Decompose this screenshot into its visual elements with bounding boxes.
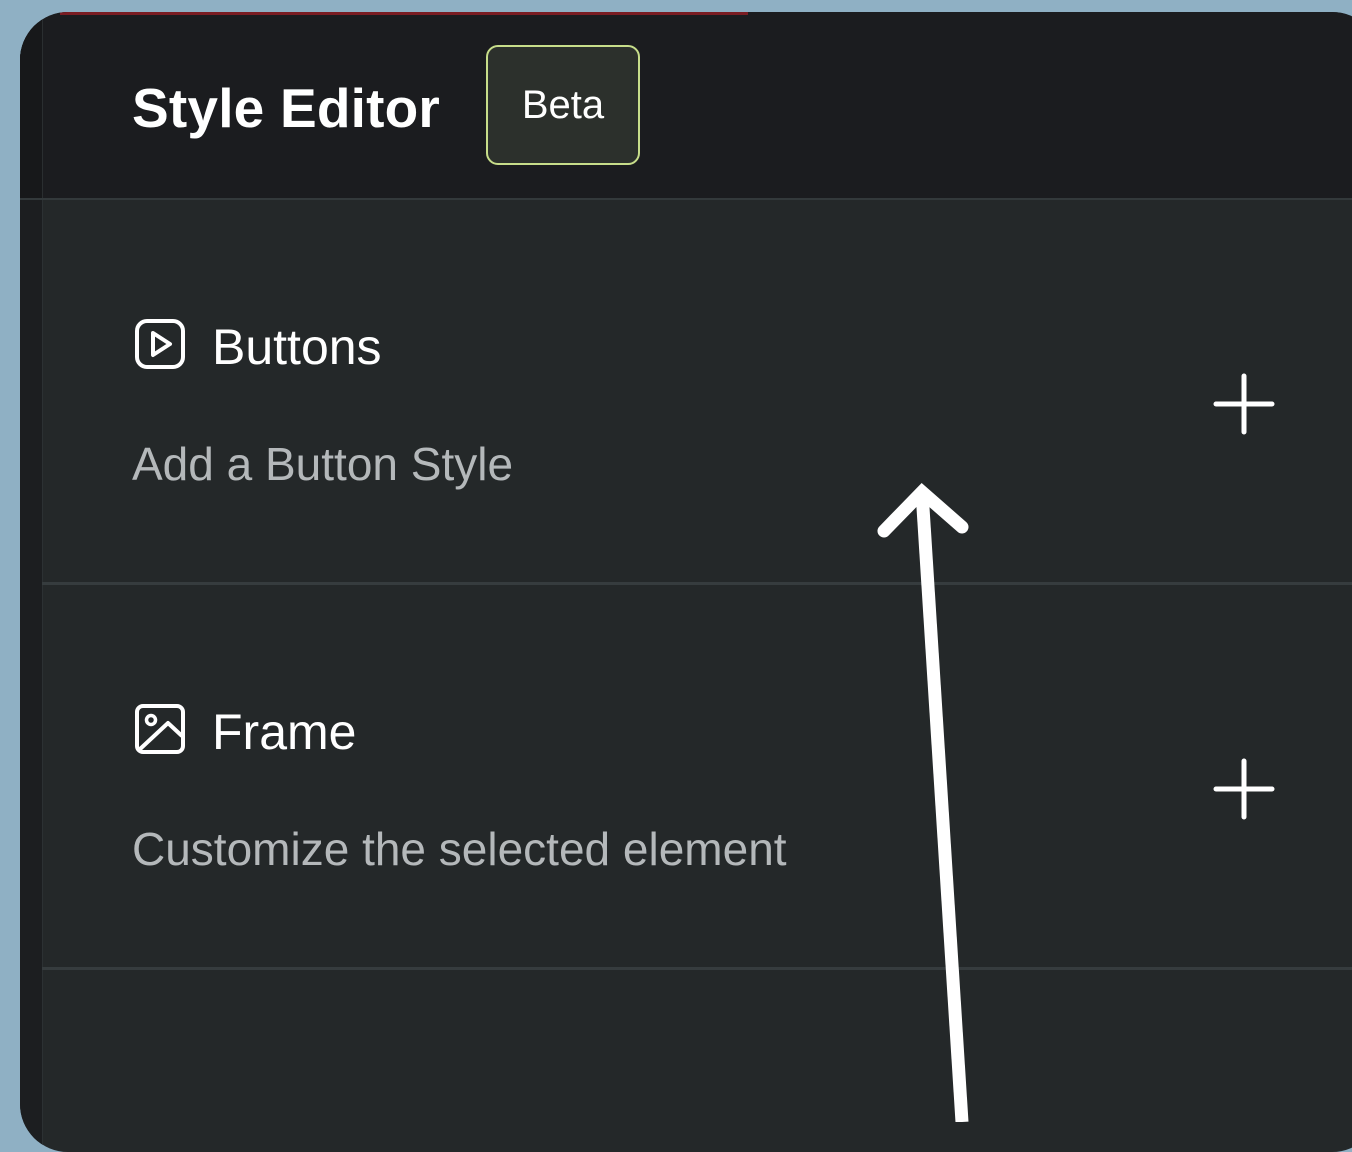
- buttons-section-description: Add a Button Style: [132, 438, 514, 490]
- header-edge-strip: [20, 12, 43, 198]
- page-title: Style Editor: [132, 77, 441, 139]
- top-accent-bar: [60, 12, 748, 15]
- panel-header: Style Editor Beta: [20, 12, 1352, 200]
- frame-section-title: Frame: [212, 704, 357, 760]
- buttons-section[interactable]: Buttons Add a Button Style: [42, 200, 1352, 585]
- frame-section[interactable]: Frame Customize the selected element: [42, 585, 1352, 970]
- beta-badge: Beta: [486, 45, 640, 165]
- buttons-section-title: Buttons: [212, 319, 382, 375]
- image-icon: [135, 704, 185, 754]
- frame-section-description: Customize the selected element: [132, 823, 787, 875]
- style-editor-panel: Style Editor Beta Buttons Add a Button S…: [20, 12, 1352, 1152]
- play-square-icon: [135, 319, 185, 369]
- add-frame-plus-icon[interactable]: [1212, 757, 1276, 821]
- add-button-style-plus-icon[interactable]: [1212, 372, 1276, 436]
